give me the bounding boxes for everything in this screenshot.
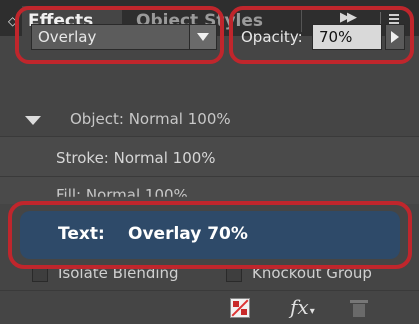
clear-effects-icon[interactable]: [230, 298, 250, 318]
blend-mode-value: Overlay: [38, 28, 97, 46]
fx-icon[interactable]: fx▾: [290, 295, 315, 319]
text-row-highlight: [8, 201, 412, 269]
blend-mode-select[interactable]: Overlay: [31, 24, 217, 50]
level-name: Object:: [70, 110, 124, 128]
chevron-down-icon[interactable]: [189, 25, 216, 49]
level-value: Normal 100%: [128, 110, 231, 128]
level-row-fill[interactable]: Fill: Normal 100%: [0, 176, 419, 204]
opacity-label: Opacity:: [241, 28, 303, 46]
level-row-stroke[interactable]: Stroke: Normal 100%: [0, 136, 419, 176]
level-name: Stroke:: [56, 149, 109, 167]
level-row-object[interactable]: Object: Normal 100%: [0, 104, 419, 136]
panel-toolbar: fx▾: [0, 290, 419, 324]
disclosure-triangle-icon[interactable]: [25, 116, 41, 125]
effects-panel: ◇ Effects Object Styles ▶▶ Overlay Opaci…: [0, 0, 419, 324]
level-value: Normal 100%: [113, 149, 216, 167]
trash-icon[interactable]: [350, 300, 368, 317]
opacity-input[interactable]: 70%: [312, 24, 382, 50]
opacity-slider-arrow-icon[interactable]: [385, 24, 405, 50]
